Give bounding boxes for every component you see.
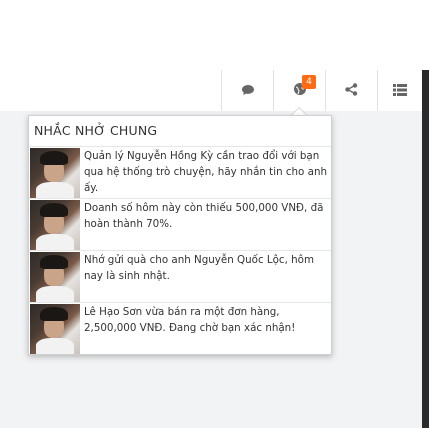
comments-icon <box>241 81 255 100</box>
scrollbar[interactable] <box>422 70 429 428</box>
notification-item[interactable]: Nhớ gửi quà cho anh Nguyễn Quốc Lộc, hôm… <box>29 251 331 303</box>
notification-item[interactable]: Lê Hạo Sơn vừa bán ra một đơn hàng, 2,50… <box>29 303 331 355</box>
notifications-button[interactable]: 4 <box>273 70 325 111</box>
notification-message: Nhớ gửi quà cho anh Nguyễn Quốc Lộc, hôm… <box>84 254 314 282</box>
notifications-dropdown: NHẮC NHỞ CHUNG Quản lý Nguyễn Hồng Kỳ cầ… <box>28 115 332 355</box>
notification-message: Quản lý Nguyễn Hồng Kỳ cần trao đổi với … <box>84 150 327 194</box>
notification-item[interactable]: Doanh số hôm này còn thiếu 500,000 VNĐ, … <box>29 199 331 251</box>
notification-item[interactable]: Quản lý Nguyễn Hồng Kỳ cần trao đổi với … <box>29 147 331 199</box>
menu-button[interactable] <box>377 70 422 111</box>
notification-badge: 4 <box>302 75 316 89</box>
avatar <box>30 200 80 250</box>
notification-message: Lê Hạo Sơn vừa bán ra một đơn hàng, 2,50… <box>84 306 296 334</box>
avatar <box>30 304 80 354</box>
avatar <box>30 252 80 302</box>
notification-message: Doanh số hôm này còn thiếu 500,000 VNĐ, … <box>84 202 324 230</box>
share-button[interactable] <box>325 70 377 111</box>
share-icon <box>345 81 358 100</box>
list-icon <box>393 81 407 100</box>
messages-button[interactable] <box>221 70 273 111</box>
dropdown-title: NHẮC NHỞ CHUNG <box>29 116 331 147</box>
avatar <box>30 148 80 198</box>
